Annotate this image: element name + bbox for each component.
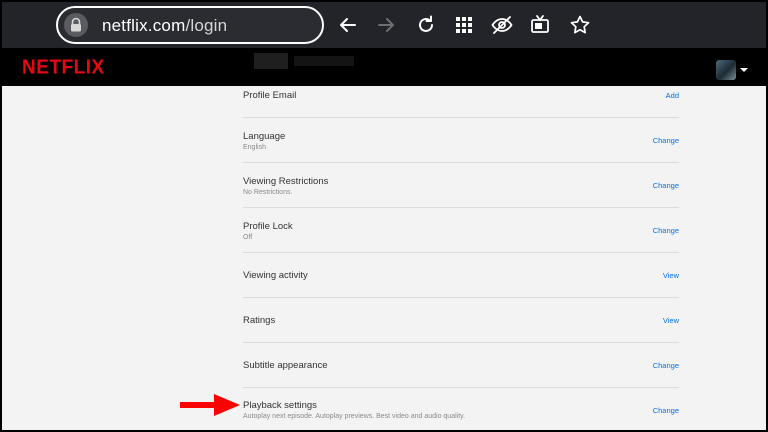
row-title: Profile Lock (243, 221, 293, 232)
settings-row-language: Language English Change (243, 118, 679, 163)
url-text[interactable]: netflix.com/login (102, 16, 227, 36)
add-email-link[interactable]: Add (666, 91, 679, 100)
row-subtitle: No Restrictions. (243, 189, 293, 196)
row-title: Profile Email (243, 90, 297, 101)
settings-row-subtitle-appearance: Subtitle appearance Change (243, 343, 679, 388)
browser-toolbar: netflix.com/login (2, 2, 766, 48)
settings-row-viewing-activity: Viewing activity View (243, 253, 679, 298)
row-title: Ratings (243, 315, 276, 326)
row-title: Viewing activity (243, 270, 308, 281)
dropdown-caret-icon[interactable] (740, 68, 748, 72)
change-subtitle-appearance-link[interactable]: Change (653, 361, 679, 370)
back-arrow-icon[interactable] (336, 13, 360, 37)
apps-grid-icon[interactable] (452, 13, 476, 37)
tv-icon[interactable] (528, 13, 552, 37)
lock-icon[interactable] (64, 13, 88, 37)
profile-thumbnail (254, 53, 288, 69)
profile-name (294, 56, 354, 66)
refresh-icon[interactable] (414, 13, 438, 37)
change-playback-settings-link[interactable]: Change (653, 406, 679, 415)
star-icon[interactable] (568, 13, 592, 37)
settings-row-playback-settings: Playback settings Autoplay next episode.… (243, 388, 679, 430)
eye-off-icon[interactable] (490, 13, 514, 37)
profile-settings-list: Profile Email Add Language English Chang… (2, 86, 766, 430)
settings-row-viewing-restrictions: Viewing Restrictions No Restrictions. Ch… (243, 163, 679, 208)
row-title: Playback settings (243, 400, 317, 411)
netflix-logo[interactable]: NETFLIX (22, 56, 105, 79)
address-bar[interactable]: netflix.com/login (56, 6, 324, 44)
row-subtitle: Autoplay next episode. Autoplay previews… (243, 413, 466, 420)
forward-arrow-icon[interactable] (374, 13, 398, 37)
row-subtitle: Off (243, 234, 253, 241)
url-path: /login (185, 16, 228, 35)
change-language-link[interactable]: Change (653, 136, 679, 145)
settings-row-profile-email: Profile Email Add (243, 86, 679, 118)
view-activity-link[interactable]: View (663, 271, 679, 280)
url-domain: netflix.com (102, 16, 186, 35)
row-subtitle: English (243, 144, 266, 151)
row-title: Language (243, 131, 286, 142)
row-title: Viewing Restrictions (243, 176, 329, 187)
annotation-arrow-icon (180, 394, 240, 416)
netflix-header: NETFLIX (2, 48, 766, 86)
change-restrictions-link[interactable]: Change (653, 181, 679, 190)
settings-row-profile-lock: Profile Lock Off Change (243, 208, 679, 253)
view-ratings-link[interactable]: View (663, 316, 679, 325)
row-title: Subtitle appearance (243, 360, 328, 371)
change-profile-lock-link[interactable]: Change (653, 226, 679, 235)
screenshot-frame: netflix.com/login NETFLIX Profile Email … (2, 2, 766, 430)
settings-row-ratings: Ratings View (243, 298, 679, 343)
avatar[interactable] (716, 60, 736, 80)
